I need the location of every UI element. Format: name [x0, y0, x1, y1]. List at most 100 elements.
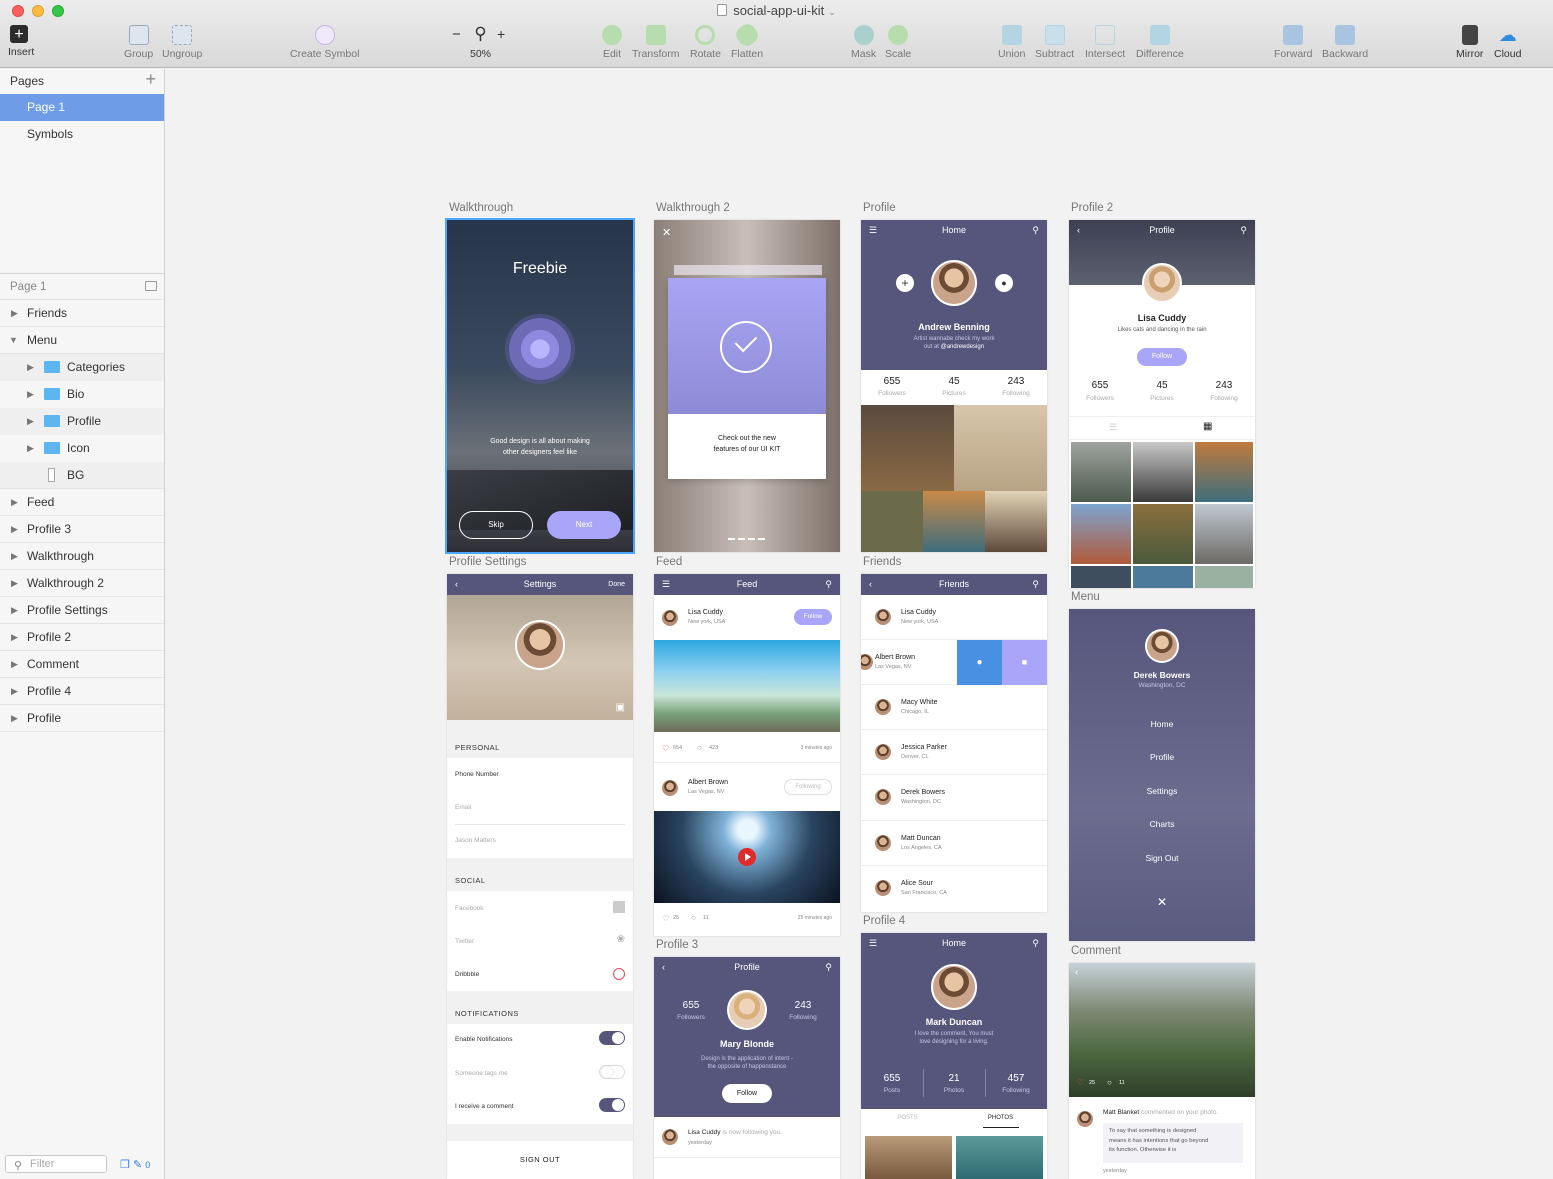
artboard-profile-2[interactable]: ‹ Profile ⚲ Lisa Cuddy Likes cats and da…	[1069, 220, 1255, 588]
page-item-symbols[interactable]: Symbols	[0, 121, 164, 148]
friend-row[interactable]: Jessica Parker Denver, CL	[861, 730, 1047, 775]
add-page-button[interactable]: +	[145, 69, 156, 90]
layer-friends[interactable]: ▶ Friends	[0, 300, 164, 327]
rotate-button[interactable]: Rotate	[690, 25, 721, 60]
back-icon[interactable]: ‹	[662, 957, 665, 978]
comment-icon[interactable]: ○	[697, 743, 702, 752]
menu-item-charts[interactable]: Charts	[1069, 819, 1255, 829]
photo-thumbnail[interactable]	[985, 491, 1047, 552]
photo-thumbnail[interactable]	[1133, 442, 1193, 502]
activity-item[interactable]: Lisa Cuddy is now following you.	[688, 1129, 782, 1136]
mirror-button[interactable]: Mirror	[1456, 25, 1483, 60]
photo-thumbnail[interactable]	[923, 491, 985, 552]
menu-item-sign-out[interactable]: Sign Out	[1069, 853, 1255, 863]
collapse-layers-icon[interactable]	[145, 281, 157, 291]
disclosure-triangle-icon[interactable]: ▶	[11, 516, 18, 543]
page-item-page-1[interactable]: Page 1	[0, 94, 164, 121]
photo-thumbnail[interactable]	[861, 405, 954, 491]
group-button[interactable]: Group	[124, 25, 153, 60]
artboard-label-walkthrough-2[interactable]: Walkthrough 2	[656, 202, 730, 214]
grid-view-icon[interactable]: ▦	[1203, 421, 1212, 432]
comment-toggle[interactable]	[599, 1098, 625, 1112]
hamburger-icon[interactable]: ☰	[869, 933, 877, 954]
back-icon[interactable]: ‹	[455, 574, 458, 595]
artboard-walkthrough[interactable]: Freebie Good design is all about making …	[445, 218, 635, 554]
layer-walkthrough-2[interactable]: ▶ Walkthrough 2	[0, 570, 164, 597]
phone-number-field[interactable]: Phone Number	[455, 771, 499, 778]
transform-button[interactable]: Transform	[632, 25, 679, 60]
disclosure-triangle-icon[interactable]: ▶	[27, 408, 34, 435]
photo-thumbnail[interactable]	[1071, 566, 1131, 588]
disclosure-triangle-icon[interactable]: ▶	[27, 381, 34, 408]
disclosure-triangle-icon[interactable]: ▶	[27, 435, 34, 462]
disclosure-triangle-icon[interactable]: ▶	[11, 705, 18, 732]
hamburger-icon[interactable]: ☰	[662, 574, 670, 595]
disclosure-triangle-icon[interactable]: ▶	[11, 651, 18, 678]
artboard-profile[interactable]: ☰ Home ⚲ + ● Andrew Benning Artist wanna…	[861, 220, 1047, 552]
tab-photos[interactable]: PHOTOS	[954, 1115, 1047, 1121]
tags-toggle[interactable]	[599, 1065, 625, 1079]
forward-button[interactable]: Forward	[1274, 25, 1313, 60]
artboard-friends[interactable]: ‹ Friends ⚲ Lisa Cuddy New york, USA Alb…	[861, 574, 1047, 912]
close-icon[interactable]: ✕	[1069, 895, 1255, 909]
feed-user-1-name[interactable]: Lisa Cuddy	[688, 609, 723, 616]
artboard-profile-3[interactable]: ‹ Profile ⚲ 655 Followers 243 Following …	[654, 957, 840, 1179]
photo-thumbnail[interactable]	[865, 1136, 952, 1179]
slice-filter-icon[interactable]: ❐	[120, 1159, 130, 1171]
artboard-label-feed[interactable]: Feed	[656, 556, 682, 568]
back-icon[interactable]: ‹	[869, 574, 872, 595]
photo-thumbnail[interactable]	[1133, 504, 1193, 564]
layer-filter-input[interactable]: ⚲ Filter	[5, 1155, 107, 1173]
layer-profile-4[interactable]: ▶ Profile 4	[0, 678, 164, 705]
feed-video-thumbnail[interactable]	[654, 811, 840, 903]
disclosure-triangle-icon[interactable]: ▶	[11, 543, 18, 570]
friend-row[interactable]: Matt Duncan Los Angeles, CA	[861, 821, 1047, 866]
friend-row-swiped[interactable]: Albert Brown Las Vegas, NV ● ■	[861, 640, 1047, 685]
layer-profile[interactable]: ▶ Profile	[0, 705, 164, 732]
layer-icon[interactable]: ▶ Icon	[0, 435, 164, 462]
filter-options[interactable]: ❐ ✎ 0	[120, 1158, 150, 1171]
difference-button[interactable]: Difference	[1136, 25, 1184, 60]
disclosure-triangle-icon[interactable]: ▶	[11, 300, 18, 327]
artboard-profile-settings[interactable]: ‹ Settings Done ▣ PERSONAL Phone Number …	[447, 574, 633, 1179]
follow-button[interactable]: Follow	[794, 609, 832, 625]
artboard-feed[interactable]: ☰ Feed ⚲ Lisa Cuddy New york, USA Follow…	[654, 574, 840, 936]
edit-button[interactable]: Edit	[602, 25, 622, 60]
disclosure-triangle-icon[interactable]: ▶	[11, 489, 18, 516]
search-icon[interactable]: ⚲	[825, 574, 832, 595]
artboard-label-profile[interactable]: Profile	[863, 202, 896, 214]
zoom-control[interactable]: ⚲ 50%	[470, 25, 491, 61]
photo-thumbnail[interactable]	[1195, 504, 1253, 564]
message-action-button[interactable]: ●	[957, 640, 1002, 685]
flatten-button[interactable]: Flatten	[731, 21, 763, 60]
artboard-label-profile-2[interactable]: Profile 2	[1071, 202, 1113, 214]
follow-button[interactable]: Follow	[1137, 348, 1187, 366]
artboard-label-profile-settings[interactable]: Profile Settings	[449, 556, 526, 568]
heart-icon[interactable]: ♡	[1077, 1078, 1084, 1087]
search-icon[interactable]: ⚲	[825, 957, 832, 978]
create-symbol-button[interactable]: Create Symbol	[290, 25, 359, 60]
photo-thumbnail[interactable]	[1071, 504, 1131, 564]
camera-icon[interactable]: ▣	[616, 702, 625, 713]
delete-action-button[interactable]: ■	[1002, 640, 1047, 685]
canvas[interactable]: Walkthrough Freebie Good design is all a…	[165, 69, 1553, 1179]
facebook-field[interactable]: Facebook	[455, 905, 484, 912]
layer-walkthrough[interactable]: ▶ Walkthrough	[0, 543, 164, 570]
done-button[interactable]: Done	[608, 574, 625, 595]
ungroup-button[interactable]: Ungroup	[162, 25, 202, 60]
artboard-label-menu[interactable]: Menu	[1071, 591, 1100, 603]
heart-icon[interactable]: ♡	[662, 744, 669, 753]
layer-profile-group[interactable]: ▶ Profile	[0, 408, 164, 435]
back-icon[interactable]: ‹	[1075, 967, 1078, 978]
artboard-walkthrough-2[interactable]: ✕ Check out the new features of our UI K…	[654, 220, 840, 552]
photo-thumbnail[interactable]	[956, 1136, 1043, 1179]
layer-profile-2[interactable]: ▶ Profile 2	[0, 624, 164, 651]
search-icon[interactable]: ⚲	[1240, 220, 1247, 241]
layer-bio[interactable]: ▶ Bio	[0, 381, 164, 408]
follow-button[interactable]: Follow	[722, 1084, 772, 1103]
layer-profile-settings[interactable]: ▶ Profile Settings	[0, 597, 164, 624]
chat-icon[interactable]: ●	[995, 274, 1013, 292]
layer-comment[interactable]: ▶ Comment	[0, 651, 164, 678]
document-title[interactable]: social-app-ui-kit ⌄	[0, 3, 1553, 18]
disclosure-triangle-icon[interactable]: ▶	[11, 570, 18, 597]
